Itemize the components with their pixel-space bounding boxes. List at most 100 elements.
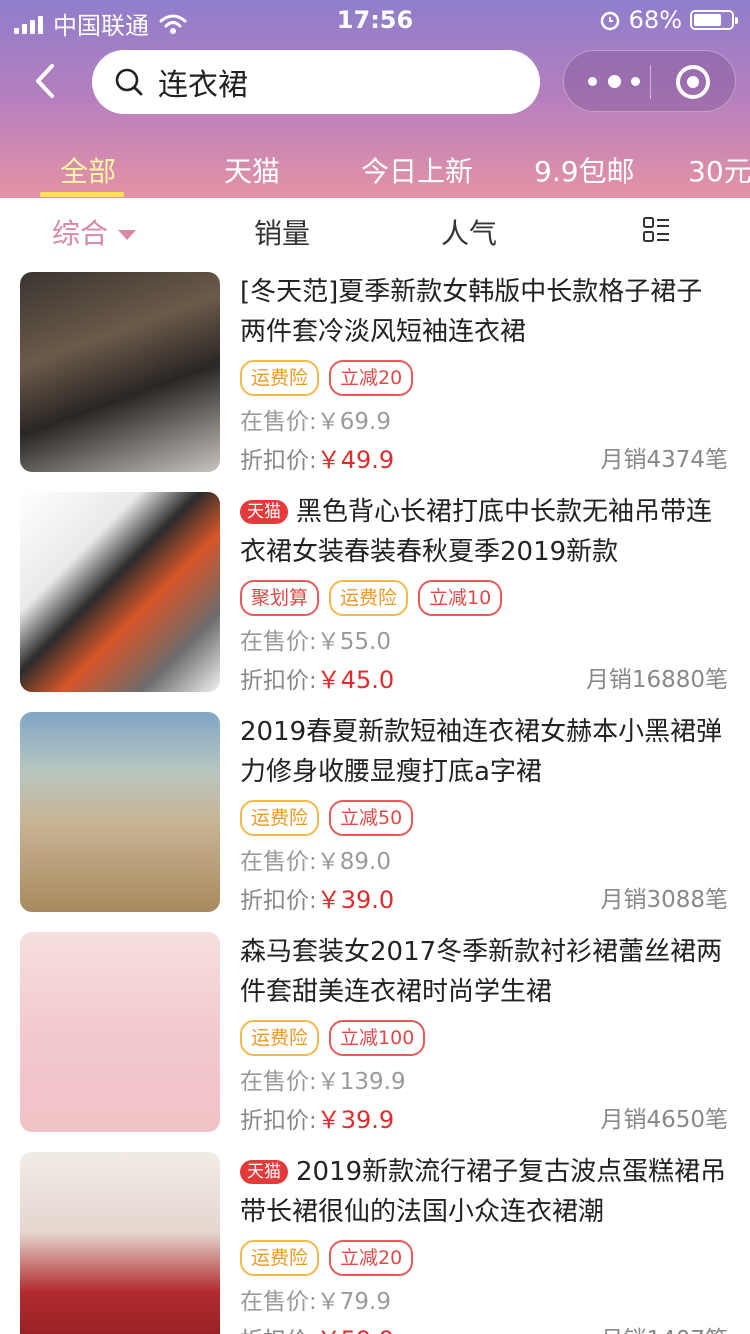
- tab-30-yuan[interactable]: 30元: [688, 150, 750, 190]
- close-miniprogram-icon[interactable]: [676, 65, 710, 99]
- list-price: 在售价:￥69.9: [240, 402, 391, 436]
- tab-tmall[interactable]: 天猫: [224, 150, 280, 190]
- monthly-sales: 月销4650笔: [600, 1107, 728, 1133]
- discount-price: 折扣价:￥45.0: [240, 660, 394, 695]
- monthly-sales: 月销1407笔: [600, 1320, 728, 1334]
- sort-popularity[interactable]: 人气: [441, 212, 497, 252]
- list-price-label: 在售价:: [240, 1289, 317, 1315]
- list-price-label: 在售价:: [240, 409, 317, 435]
- product-title: 天猫 黑色背心长裙打底中长款无袖吊带连衣裙女装春装春秋夏季2019新款: [240, 492, 732, 572]
- caret-down-icon: [118, 230, 137, 240]
- list-price-value: ￥55.0: [316, 629, 391, 655]
- product-item[interactable]: 天猫 黑色背心长裙打底中长款无袖吊带连衣裙女装春装春秋夏季2019新款 聚划算 运费…: [0, 492, 750, 712]
- product-title-text: 森马套装女2017冬季新款衬衫裙蕾丝裙两件套甜美连衣裙时尚学生裙: [240, 937, 723, 1007]
- product-item[interactable]: 2019春夏新款短袖连衣裙女赫本小黑裙弹力修身收腰显瘦打底a字裙 运费险 立减50…: [0, 712, 750, 932]
- list-price: 在售价:￥139.9: [240, 1062, 406, 1096]
- product-image[interactable]: [20, 932, 220, 1132]
- product-title-text: 2019新款流行裙子复古波点蛋糕裙吊带长裙很仙的法国小众连衣裙潮: [240, 1157, 727, 1227]
- sort-sales[interactable]: 销量: [254, 212, 310, 252]
- miniprogram-capsule: [563, 50, 736, 112]
- product-item[interactable]: 天猫 2019新款流行裙子复古波点蛋糕裙吊带长裙很仙的法国小众连衣裙潮 运费险 立减…: [0, 1152, 750, 1334]
- discount-price: 折扣价:￥39.9: [240, 1100, 394, 1135]
- list-price-label: 在售价:: [240, 849, 317, 875]
- discount-price-value: ￥39.9: [316, 1106, 395, 1134]
- product-item[interactable]: [冬天范]夏季新款女韩版中长款格子裙子 两件套冷淡风短袖连衣裙 运费险 立减20 …: [0, 272, 750, 492]
- product-title: 2019春夏新款短袖连衣裙女赫本小黑裙弹力修身收腰显瘦打底a字裙: [240, 712, 732, 792]
- back-button[interactable]: [30, 60, 66, 102]
- list-price-label: 在售价:: [240, 629, 317, 655]
- discount-price: 折扣价:￥49.9: [240, 440, 394, 475]
- product-tags: 运费险 立减50: [240, 800, 414, 836]
- alarm-icon: [600, 11, 619, 31]
- capsule-divider: [650, 65, 651, 99]
- active-tab-indicator: [40, 192, 124, 197]
- discount-price-value: ￥45.0: [316, 666, 395, 694]
- list-price-value: ￥139.9: [316, 1069, 406, 1095]
- product-tag: 运费险: [240, 1240, 320, 1276]
- product-tag: 聚划算: [240, 580, 320, 616]
- product-tags: 运费险 立减100: [240, 1020, 426, 1056]
- battery-percent: 68%: [628, 6, 682, 34]
- product-tag: 立减20: [329, 1240, 414, 1276]
- monthly-sales: 月销4374笔: [600, 447, 728, 473]
- search-icon: [115, 68, 143, 96]
- list-price-label: 在售价:: [240, 1069, 317, 1095]
- sort-bar: 综合 销量 人气: [0, 198, 750, 262]
- product-tag: 立减10: [418, 580, 503, 616]
- product-item[interactable]: 森马套装女2017冬季新款衬衫裙蕾丝裙两件套甜美连衣裙时尚学生裙 运费险 立减10…: [0, 932, 750, 1152]
- product-image[interactable]: [20, 492, 220, 692]
- discount-price: 折扣价:￥39.0: [240, 880, 394, 915]
- product-image[interactable]: [20, 272, 220, 472]
- sort-comprehensive-label: 综合: [52, 217, 109, 250]
- status-bar: 中国联通 17:56 68%: [0, 0, 750, 40]
- list-view-toggle-icon[interactable]: [642, 216, 670, 244]
- product-title-text: 2019春夏新款短袖连衣裙女赫本小黑裙弹力修身收腰显瘦打底a字裙: [240, 717, 723, 787]
- product-image[interactable]: [20, 712, 220, 912]
- product-tags: 聚划算 运费险 立减10: [240, 580, 503, 616]
- tab-free-shipping[interactable]: 9.9包邮: [534, 150, 635, 190]
- list-price: 在售价:￥79.9: [240, 1282, 391, 1316]
- product-title: 森马套装女2017冬季新款衬衫裙蕾丝裙两件套甜美连衣裙时尚学生裙: [240, 932, 732, 1012]
- product-tag: 运费险: [240, 1020, 320, 1056]
- category-tabs: 全部 天猫 今日上新 9.9包邮 30元: [0, 140, 750, 198]
- chevron-left-icon: [36, 64, 54, 98]
- discount-price-value: ￥59.9: [317, 1326, 394, 1334]
- product-tag: 运费险: [240, 360, 320, 396]
- product-tag: 立减100: [329, 1020, 426, 1056]
- discount-price-label: 折扣价:: [240, 1108, 317, 1134]
- product-title: 天猫 2019新款流行裙子复古波点蛋糕裙吊带长裙很仙的法国小众连衣裙潮: [240, 1152, 732, 1232]
- more-dot-icon: [631, 76, 640, 86]
- product-title-text: 黑色背心长裙打底中长款无袖吊带连衣裙女装春装春秋夏季2019新款: [240, 497, 713, 567]
- product-image[interactable]: [20, 1152, 220, 1334]
- list-price-value: ￥79.9: [316, 1289, 391, 1315]
- product-tag: 运费险: [240, 800, 320, 836]
- product-title: [冬天范]夏季新款女韩版中长款格子裙子 两件套冷淡风短袖连衣裙: [240, 272, 732, 352]
- more-dot-icon: [607, 74, 621, 88]
- monthly-sales: 月销3088笔: [600, 887, 728, 913]
- product-title-text: [冬天范]夏季新款女韩版中长款格子裙子 两件套冷淡风短袖连衣裙: [240, 277, 703, 347]
- more-button[interactable]: [588, 71, 640, 91]
- product-tag: 立减20: [329, 360, 414, 396]
- discount-price-label: 折扣价:: [240, 888, 317, 914]
- tab-today-new[interactable]: 今日上新: [361, 150, 473, 190]
- battery-icon: [690, 10, 738, 30]
- list-price-value: ￥69.9: [316, 409, 391, 435]
- monthly-sales: 月销16880笔: [585, 667, 728, 693]
- product-tags: 运费险 立减20: [240, 360, 414, 396]
- discount-price: 折扣价:￥59.9: [240, 1320, 394, 1334]
- discount-price-label: 折扣价:: [240, 668, 317, 694]
- list-price: 在售价:￥89.0: [240, 842, 391, 876]
- discount-price-label: 折扣价:: [240, 1328, 317, 1334]
- more-dot-icon: [588, 76, 597, 86]
- tmall-badge: 天猫: [240, 500, 288, 524]
- search-query: 连衣裙: [158, 68, 248, 103]
- list-price: 在售价:￥55.0: [240, 622, 391, 656]
- tab-all[interactable]: 全部: [60, 150, 116, 190]
- tmall-badge: 天猫: [240, 1160, 288, 1184]
- search-input[interactable]: 连衣裙: [92, 50, 540, 114]
- list-price-value: ￥89.0: [316, 849, 391, 875]
- discount-price-label: 折扣价:: [240, 448, 317, 474]
- sort-comprehensive[interactable]: 综合: [52, 212, 137, 252]
- product-tag: 立减50: [329, 800, 414, 836]
- discount-price-value: ￥39.0: [316, 886, 395, 914]
